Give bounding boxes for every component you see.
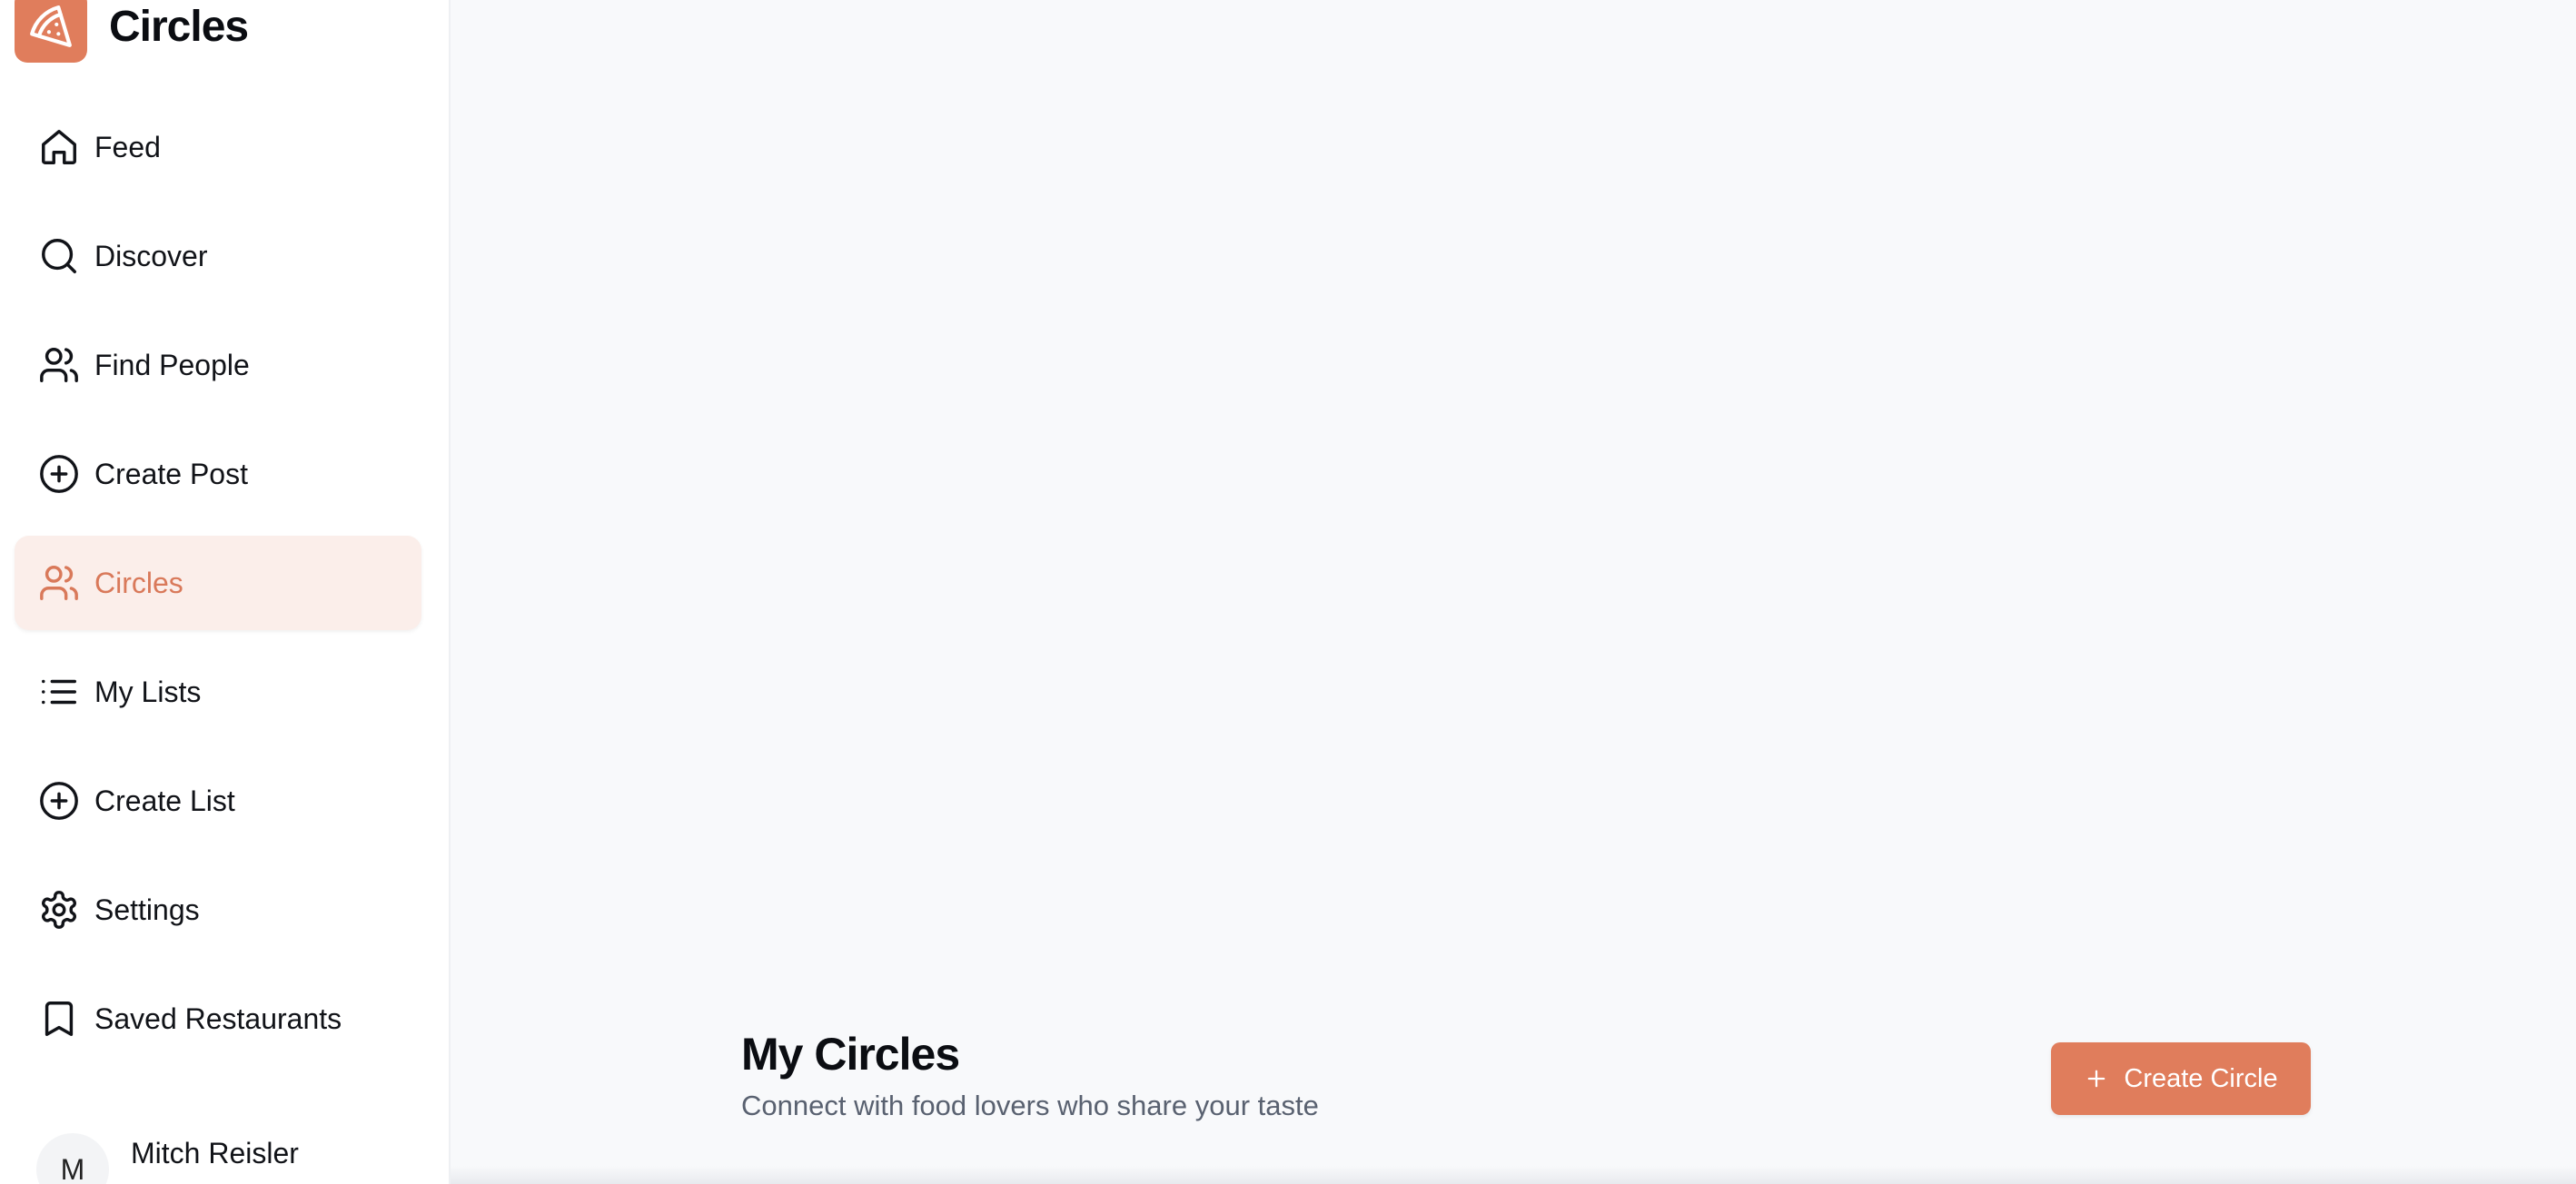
content-card-edge (451, 1166, 2576, 1184)
plus-icon (2084, 1066, 2109, 1091)
users-icon (38, 562, 80, 604)
sidebar-item-label: Create List (94, 784, 235, 817)
pizza-slice-logo-icon (15, 0, 87, 63)
page-subtitle: Connect with food lovers who share your … (741, 1090, 1319, 1121)
sidebar-item-saved-restaurants[interactable]: Saved Restaurants (15, 972, 421, 1066)
sidebar-item-label: Settings (94, 893, 200, 926)
bookmark-icon (38, 998, 80, 1040)
sidebar-item-label: Feed (94, 130, 161, 163)
sidebar-item-label: Create Post (94, 457, 248, 490)
plus-circle-icon (38, 780, 80, 822)
sidebar-nav: Feed Discover Find People Create Post Ci… (15, 100, 421, 1080)
brand-name: Circles (109, 2, 249, 51)
sidebar-item-my-lists[interactable]: My Lists (15, 645, 421, 739)
users-icon (38, 344, 80, 386)
create-circle-label: Create Circle (2124, 1063, 2278, 1093)
create-circle-button[interactable]: Create Circle (2051, 1042, 2311, 1115)
sidebar-item-create-list[interactable]: Create List (15, 754, 421, 848)
sidebar-item-label: My Lists (94, 675, 202, 708)
page-title: My Circles (741, 1029, 960, 1080)
page-header: My Circles Connect with food lovers who … (741, 1024, 1319, 1122)
sidebar-item-settings[interactable]: Settings (15, 863, 421, 957)
sidebar-item-label: Saved Restaurants (94, 1001, 342, 1035)
user-name: Mitch Reisler (131, 1137, 299, 1169)
gear-icon (38, 889, 80, 931)
sidebar-item-discover[interactable]: Discover (15, 209, 421, 303)
search-icon (38, 235, 80, 277)
sidebar-item-label: Discover (94, 239, 208, 272)
list-icon (38, 671, 80, 713)
sidebar-item-feed[interactable]: Feed (15, 100, 421, 194)
home-icon (38, 126, 80, 168)
sidebar-item-find-people[interactable]: Find People (15, 318, 421, 412)
sidebar: Circles Feed Discover Find People Create… (0, 0, 451, 1184)
sidebar-item-label: Find People (94, 348, 250, 381)
plus-circle-icon (38, 453, 80, 495)
sidebar-item-label: Circles (94, 566, 183, 599)
avatar: M (36, 1133, 109, 1184)
brand[interactable]: Circles (15, 0, 249, 64)
sidebar-item-create-post[interactable]: Create Post (15, 427, 421, 521)
app-root: Circles Feed Discover Find People Create… (0, 0, 2576, 1184)
sidebar-item-circles[interactable]: Circles (15, 536, 421, 630)
user-profile[interactable]: M Mitch Reisler (36, 1133, 299, 1184)
